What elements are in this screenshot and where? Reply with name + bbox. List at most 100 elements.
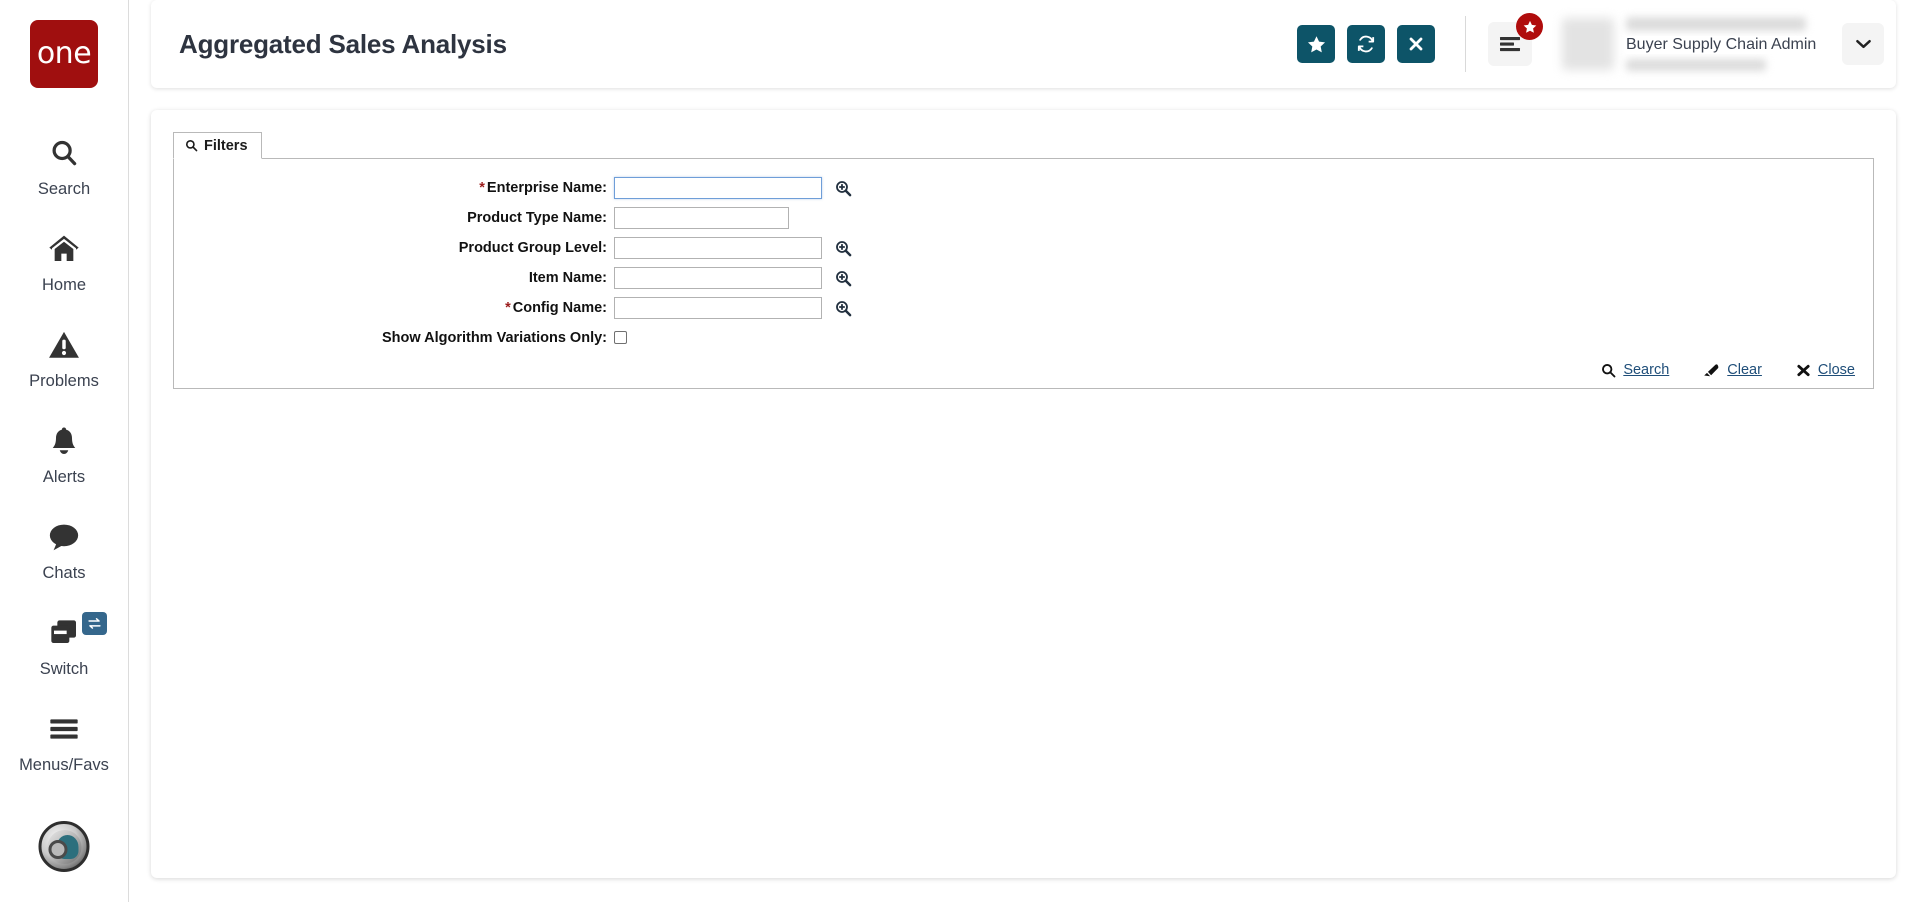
refresh-icon — [1357, 35, 1375, 53]
sidebar-item-chats[interactable]: Chats — [0, 502, 128, 598]
warning-triangle-icon — [48, 326, 80, 364]
sidebar-item-search[interactable]: Search — [0, 118, 128, 214]
tab-filters[interactable]: Filters — [173, 132, 262, 159]
search-icon — [49, 134, 79, 172]
search-icon — [185, 139, 198, 152]
sidebar-item-label: Menus/Favs — [19, 755, 109, 774]
product-type-name-input[interactable] — [614, 207, 789, 229]
clear-button[interactable]: Clear — [1703, 362, 1762, 378]
hamburger-icon — [48, 710, 80, 748]
user-info: Buyer Supply Chain Admin — [1620, 16, 1830, 72]
exchange-arrows-icon[interactable] — [82, 611, 107, 635]
filters-field-table: * Enterprise Name: Product Type Name: Pr… — [174, 173, 852, 353]
user-menu-toggle[interactable] — [1842, 23, 1884, 65]
logo-text: one — [36, 36, 92, 71]
field-label: Config Name: — [512, 300, 607, 316]
field-input-wrap — [614, 293, 852, 323]
field-label-wrap: * Config Name: — [174, 293, 614, 323]
filters-action-bar: Search Clear Close — [1601, 362, 1855, 378]
app-logo[interactable]: one — [30, 20, 98, 88]
main-region: Aggregated Sales Analysis Buyer Supply C… — [129, 0, 1920, 902]
item-name-input[interactable] — [614, 267, 822, 289]
sidebar-item-label: Chats — [42, 563, 86, 582]
x-icon — [1409, 37, 1423, 51]
refresh-button[interactable] — [1347, 25, 1385, 63]
star-icon — [1307, 35, 1325, 52]
switch-windows-icon — [48, 611, 107, 652]
required-asterisk: * — [505, 300, 511, 316]
search-button-label: Search — [1623, 362, 1670, 378]
sidebar-item-label: Problems — [29, 371, 99, 390]
sidebar-item-alerts[interactable]: Alerts — [0, 406, 128, 502]
field-label: Enterprise Name: — [486, 180, 607, 196]
field-label-wrap: Product Group Level: — [174, 233, 614, 263]
field-row-item-name: Item Name: — [174, 263, 852, 293]
sidebar-nav: Search Home Problems Alerts Chats Switch… — [0, 118, 128, 790]
user-role: Buyer Supply Chain Admin — [1626, 36, 1830, 54]
app-root: one Search Home Problems Alerts Chats Sw… — [0, 0, 1920, 902]
bell-icon — [50, 422, 78, 460]
required-asterisk: * — [479, 180, 485, 196]
sidebar-item-label: Home — [41, 275, 86, 294]
left-sidebar: one Search Home Problems Alerts Chats Sw… — [0, 0, 129, 902]
user-profile-globe-icon[interactable] — [38, 821, 90, 872]
notifications-menu-button[interactable] — [1488, 13, 1543, 66]
user-name-masked — [1626, 17, 1806, 31]
avatar — [47, 829, 81, 864]
chat-bubble-icon — [48, 518, 80, 556]
field-label-wrap: * Enterprise Name: — [174, 173, 614, 203]
tab-label: Filters — [204, 137, 248, 154]
eraser-icon — [1703, 363, 1720, 378]
field-label: Product Type Name: — [467, 210, 607, 226]
product-group-level-picker-icon[interactable] — [835, 240, 852, 257]
search-button[interactable]: Search — [1601, 362, 1669, 378]
chevron-down-icon — [1855, 39, 1871, 49]
sidebar-item-menus-favs[interactable]: Menus/Favs — [0, 694, 128, 790]
sidebar-item-home[interactable]: Home — [0, 214, 128, 310]
close-filters-button-label: Close — [1817, 362, 1855, 378]
field-input-wrap — [614, 323, 852, 353]
hamburger-icon — [1500, 37, 1520, 52]
page-header: Aggregated Sales Analysis Buyer Supply C… — [151, 0, 1896, 88]
enterprise-name-picker-icon[interactable] — [835, 180, 852, 197]
field-input-wrap — [614, 263, 852, 293]
field-input-wrap — [614, 233, 852, 263]
filters-tabstrip: Filters — [173, 132, 1874, 159]
close-filters-button[interactable]: Close — [1796, 362, 1855, 378]
x-icon — [1796, 363, 1811, 378]
page-title: Aggregated Sales Analysis — [179, 28, 507, 59]
field-label-wrap: Product Type Name: — [174, 203, 614, 233]
home-icon — [48, 230, 80, 268]
user-menu[interactable]: Buyer Supply Chain Admin — [1562, 16, 1884, 72]
show-algorithm-variations-only-checkbox[interactable] — [614, 331, 627, 345]
avatar-head-shape — [48, 834, 78, 859]
field-input-wrap — [614, 173, 852, 203]
sidebar-item-label: Alerts — [42, 467, 86, 486]
content-panel: Filters * Enterprise Name: Product Type … — [151, 110, 1896, 878]
config-name-picker-icon[interactable] — [835, 300, 852, 317]
field-label-wrap: Item Name: — [174, 263, 614, 293]
clear-button-label: Clear — [1727, 362, 1762, 378]
field-label: Product Group Level: — [458, 240, 607, 256]
field-row-show-algorithm-variations-only: Show Algorithm Variations Only: — [174, 323, 852, 353]
field-label-wrap: Show Algorithm Variations Only: — [174, 323, 614, 353]
product-group-level-input[interactable] — [614, 237, 822, 259]
sidebar-item-switch[interactable]: Switch — [0, 598, 128, 694]
sidebar-item-problems[interactable]: Problems — [0, 310, 128, 406]
field-row-config-name: * Config Name: — [174, 293, 852, 323]
field-row-product-type-name: Product Type Name: — [174, 203, 852, 233]
filters-form: * Enterprise Name: Product Type Name: Pr… — [173, 159, 1874, 389]
item-name-picker-icon[interactable] — [835, 270, 852, 287]
search-icon — [1601, 363, 1616, 378]
header-actions: Buyer Supply Chain Admin — [1285, 0, 1896, 88]
user-subtitle-masked — [1626, 59, 1766, 71]
sidebar-item-label: Search — [37, 179, 91, 198]
status-badge — [1516, 13, 1543, 40]
config-name-input[interactable] — [614, 297, 822, 319]
field-input-wrap — [614, 203, 852, 233]
close-button[interactable] — [1397, 25, 1435, 63]
favorite-button[interactable] — [1297, 25, 1335, 63]
header-divider — [1465, 16, 1466, 72]
enterprise-name-input[interactable] — [614, 177, 822, 199]
star-icon — [1523, 20, 1536, 33]
